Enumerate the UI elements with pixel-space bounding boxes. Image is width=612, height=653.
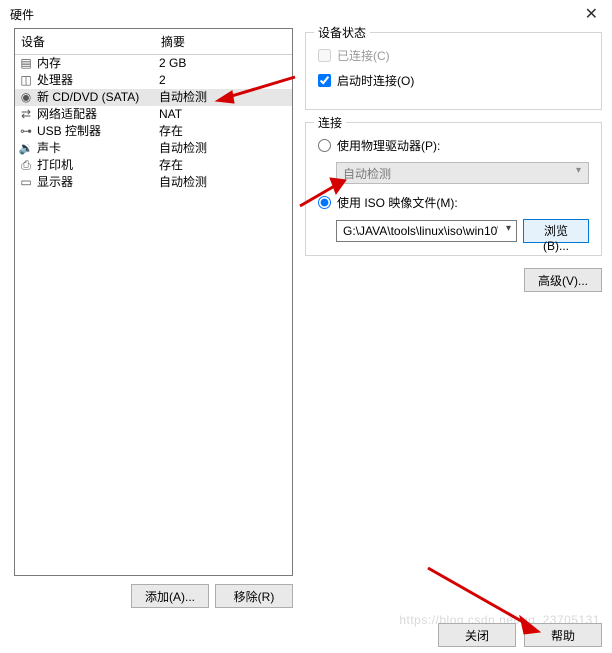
dialog-title: 硬件 [10,6,34,23]
use-physical-radio-row[interactable]: 使用物理驱动器(P): [318,137,589,154]
usb-icon: ⊶ [19,125,33,139]
connected-checkbox-row: 已连接(C) [318,47,589,64]
device-summary: 存在 [155,123,292,140]
printer-icon: ⎙ [19,159,33,173]
connected-checkbox [318,49,331,62]
device-name: 显示器 [37,174,73,191]
device-row[interactable]: ◉ 新 CD/DVD (SATA) 自动检测 [15,89,292,106]
help-button[interactable]: 帮助 [524,623,602,647]
memory-icon: ▤ [19,57,33,71]
use-iso-radio[interactable] [318,196,331,209]
use-iso-label: 使用 ISO 映像文件(M): [337,194,458,211]
device-summary: 自动检测 [155,174,292,191]
poweron-label: 启动时连接(O) [337,72,414,89]
close-icon[interactable]: ✕ [579,4,604,24]
use-physical-radio[interactable] [318,139,331,152]
device-row[interactable]: ⊶ USB 控制器 存在 [15,123,292,140]
device-name: 新 CD/DVD (SATA) [37,89,139,106]
poweron-checkbox-row[interactable]: 启动时连接(O) [318,72,589,89]
use-iso-radio-row[interactable]: 使用 ISO 映像文件(M): [318,194,589,211]
connection-group: 连接 使用物理驱动器(P): 使用 ISO 映像文件(M): 浏览(B)... [305,122,602,256]
device-name: 声卡 [37,140,61,157]
device-row[interactable]: ▭ 显示器 自动检测 [15,174,292,191]
poweron-checkbox[interactable] [318,74,331,87]
device-summary: 2 GB [155,55,292,72]
network-icon: ⇄ [19,108,33,122]
cpu-icon: ◫ [19,74,33,88]
device-name: USB 控制器 [37,123,101,140]
device-row[interactable]: ◫ 处理器 2 [15,72,292,89]
advanced-button[interactable]: 高级(V)... [524,268,602,292]
disc-icon: ◉ [19,91,33,105]
device-summary: 存在 [155,157,292,174]
device-summary: NAT [155,106,292,123]
device-status-group: 设备状态 已连接(C) 启动时连接(O) [305,32,602,110]
device-name: 网络适配器 [37,106,97,123]
sound-icon: 🔉 [19,142,33,156]
col-header-device[interactable]: 设备 [15,29,155,54]
device-row[interactable]: ⎙ 打印机 存在 [15,157,292,174]
device-summary: 2 [155,72,292,89]
close-button[interactable]: 关闭 [438,623,516,647]
browse-button[interactable]: 浏览(B)... [523,219,589,243]
iso-path-input[interactable] [336,220,517,242]
use-physical-label: 使用物理驱动器(P): [337,137,440,154]
device-list[interactable]: 设备 摘要 ▤ 内存 2 GB ◫ 处理器 2 ◉ 新 CD/DVD (SATA) 自动检测 ⇄ 网… [14,28,293,576]
connection-title: 连接 [314,114,346,131]
device-row[interactable]: 🔉 声卡 自动检测 [15,140,292,157]
device-list-header: 设备 摘要 [15,29,292,55]
device-summary: 自动检测 [155,89,292,106]
add-button[interactable]: 添加(A)... [131,584,209,608]
device-name: 打印机 [37,157,73,174]
col-header-summary[interactable]: 摘要 [155,29,292,54]
physical-drive-combo [336,162,589,184]
device-row[interactable]: ▤ 内存 2 GB [15,55,292,72]
device-status-title: 设备状态 [314,24,370,41]
device-summary: 自动检测 [155,140,292,157]
display-icon: ▭ [19,176,33,190]
device-name: 处理器 [37,72,73,89]
device-row[interactable]: ⇄ 网络适配器 NAT [15,106,292,123]
device-name: 内存 [37,55,61,72]
remove-button[interactable]: 移除(R) [215,584,293,608]
connected-label: 已连接(C) [337,47,390,64]
